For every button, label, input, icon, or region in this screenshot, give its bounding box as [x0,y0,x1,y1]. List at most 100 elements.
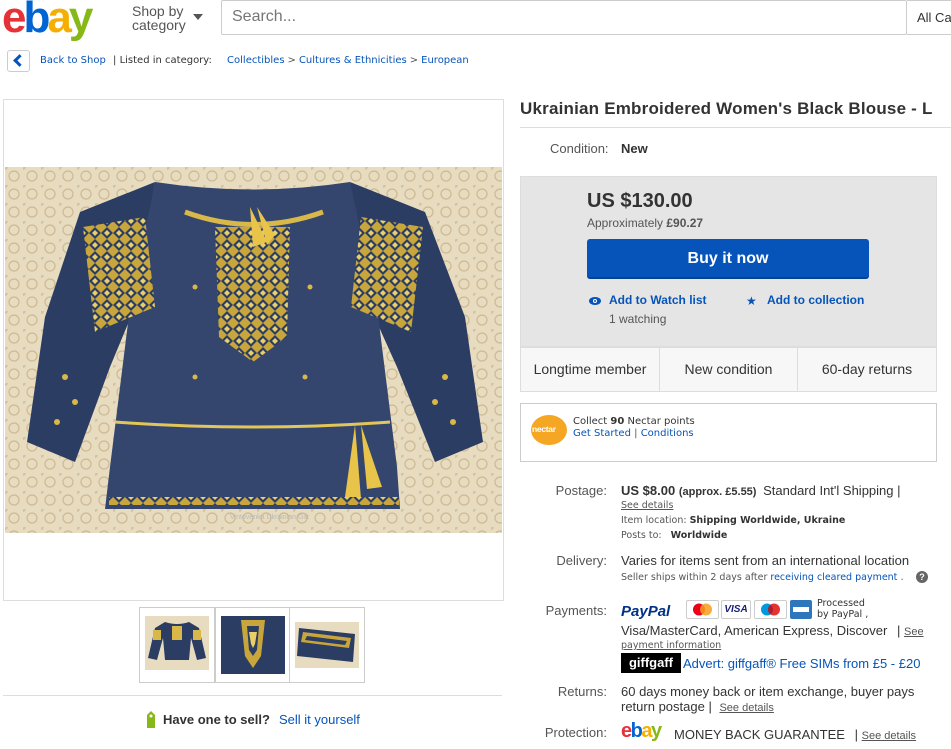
posts-to-label: Posts to: [621,530,662,541]
postage-price: US $8.00 [621,483,676,498]
back-to-shop-link[interactable]: Back to Shop [40,55,106,66]
posts-to: Posts to: Worldwide [621,530,727,541]
price: US $130.00 [587,190,693,212]
giffgaff-advert-link[interactable]: Advert: giffgaff® Free SIMs from £5 - £2… [683,656,920,671]
delivery-sub-prefix: Seller ships within 2 days after [621,572,768,583]
paypal-logo: PayPal [621,603,671,620]
get-started-link[interactable]: Get Started [573,428,631,439]
payment-methods: Visa/MasterCard, American Express, Disco… [621,623,924,638]
shop-by-category-button[interactable]: Shop by category [132,4,186,32]
thumbnail[interactable] [139,607,215,683]
delivery-sub-suffix: . [900,572,904,583]
mastercard-icon [686,600,719,619]
logo-letter: y [650,720,662,742]
breadcrumb-item[interactable]: Collectibles [227,55,285,66]
approx-value: £90.27 [666,216,704,230]
add-to-watch-list-link[interactable]: Add to Watch list [609,293,707,307]
nectar-logo-text: nectar [532,424,556,434]
maestro-icon [754,600,787,619]
posts-to-value: Worldwide [670,530,728,541]
returns-line-1: 60 days money back or item exchange, buy… [621,684,915,699]
postage-approx: (approx. £5.55) [678,486,757,498]
item-location-label: Item location: [621,515,687,526]
item-location: Item location: Shipping Worldwide, Ukrai… [621,515,845,526]
item-title: Ukrainian Embroidered Women's Black Blou… [520,99,933,118]
cleared-payment-link[interactable]: receiving cleared payment [770,572,897,583]
ebay-logo[interactable]: ebay [2,0,94,42]
conditions-link[interactable]: Conditions [641,428,694,439]
all-categories-select[interactable]: All Ca [907,0,951,35]
money-back-guarantee: MONEY BACK GUARANTEE | See details [674,727,916,742]
breadcrumb-separator: > [409,55,419,66]
shop-by-label: Shop by [132,3,184,19]
nectar-collect-suffix: Nectar points [627,416,695,427]
logo-letter: a [47,0,72,42]
payment-methods-text: Visa/MasterCard, American Express, Disco… [621,623,888,638]
thumbnail-image [295,622,359,668]
see-details-link[interactable]: See details [719,702,773,714]
search-input[interactable]: Search... [221,0,907,35]
sell-it-yourself-link[interactable]: Sell it yourself [279,712,360,727]
logo-letter: e [621,720,632,742]
breadcrumb-item[interactable]: Cultures & Ethnicities [299,55,407,66]
postage-method: Standard Int'l Shipping | [763,483,901,498]
giffgaff-logo: giffgaff [621,653,681,673]
price-tag-icon [147,711,155,728]
listed-in-label: | Listed in category: [113,55,212,66]
header: ebay Shop by category Search... All Ca [0,0,951,42]
see-details-link[interactable]: See details [862,730,916,742]
postage-see-details: See details [621,500,673,511]
chevron-down-icon[interactable] [193,14,203,20]
divider [3,695,502,696]
thumbnail[interactable] [215,607,291,683]
returns-line-2: return postage | See details [621,699,774,714]
item-location-value: Shipping Worldwide, Ukraine [689,515,846,526]
breadcrumb-item[interactable]: European [421,55,469,66]
returns-line-2-text: return postage | [621,699,712,714]
nectar-logo: nectar [531,415,567,445]
mbg-text: MONEY BACK GUARANTEE [674,727,845,742]
nectar-collect-prefix: Collect [573,416,608,427]
help-icon[interactable]: ? [916,571,928,583]
approx-price: Approximately £90.27 [587,216,703,230]
approx-prefix: Approximately [587,216,664,230]
processed-line-1: Processed [817,598,865,609]
add-to-collection-link[interactable]: Add to collection [767,293,864,307]
sell-question: Have one to sell? [163,712,270,727]
buy-it-now-button[interactable]: Buy it now [587,239,869,279]
separator: | [896,623,901,638]
photo-watermark: Vintovenka Ukrainian Gift [230,514,309,521]
returns-label: Returns: [557,684,607,699]
logo-letter: a [641,720,652,742]
image-viewer[interactable]: Vintovenka Ukrainian Gift [3,99,504,601]
thumbnail[interactable] [289,607,365,683]
logo-letter: b [23,0,50,42]
thumbnail-image [221,616,285,674]
condition-value: New [621,141,648,156]
ebay-logo-small: ebay [621,720,662,742]
delivery-label: Delivery: [556,553,607,568]
separator: | [634,428,638,439]
nectar-points-text: Collect 90 Nectar points [573,416,695,427]
postage-value: US $8.00 (approx. £5.55) Standard Int'l … [621,483,901,498]
thumbnail-image [145,616,209,670]
visa-icon: VISA [721,600,751,619]
processed-by-paypal: Processed by PayPal , [817,598,868,620]
logo-letter: b [630,720,643,742]
breadcrumb-separator: > [287,55,296,66]
payment-information-link[interactable]: payment information [621,640,721,651]
divider [520,127,951,128]
watching-count: 1 watching [609,312,667,326]
eye-icon [589,297,601,305]
feature-returns: 60-day returns [797,347,937,392]
protection-label: Protection: [544,725,607,740]
product-photo[interactable]: Vintovenka Ukrainian Gift [5,167,502,533]
back-button[interactable] [7,50,30,72]
category-label: category [132,17,186,33]
logo-letter: y [68,0,94,42]
star-icon: ★ [746,294,757,308]
payments-label: Payments: [545,603,607,618]
see-details-link[interactable]: See details [621,500,673,511]
amex-icon [790,600,812,619]
see-link[interactable]: See [904,626,924,638]
